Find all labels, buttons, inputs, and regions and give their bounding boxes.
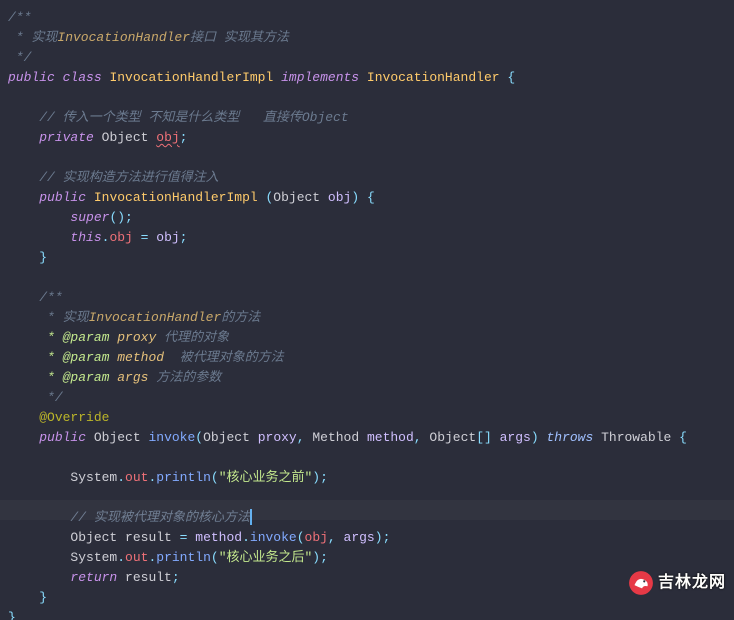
kw-super: super — [70, 210, 109, 225]
field-obj: obj — [305, 530, 328, 545]
brace: { — [367, 190, 375, 205]
param-args: args — [500, 430, 531, 445]
array: [] — [476, 430, 492, 445]
kw-public: public — [8, 70, 55, 85]
semicolon: ; — [320, 550, 328, 565]
javadoc-line: */ — [8, 50, 31, 65]
method-println: println — [156, 470, 211, 485]
comma: , — [328, 530, 344, 545]
method-println: println — [156, 550, 211, 565]
kw-private: private — [39, 130, 94, 145]
javadoc-line: * 实现InvocationHandler的方法 — [39, 310, 260, 325]
param-method: method — [367, 430, 414, 445]
paren: ) — [312, 470, 320, 485]
field-out: out — [125, 470, 148, 485]
text-caret — [250, 509, 252, 525]
string-literal: "核心业务之后" — [219, 550, 313, 565]
comment-line: // 实现被代理对象的核心方法 — [70, 510, 249, 525]
kw-implements: implements — [281, 70, 359, 85]
interface-name: InvocationHandler — [367, 70, 500, 85]
kw-public: public — [39, 430, 86, 445]
comment-line: // 传入一个类型 不知是什么类型 直接传Object — [39, 110, 348, 125]
semicolon: ; — [180, 230, 188, 245]
paren: ( — [211, 470, 219, 485]
paren: ) — [531, 430, 539, 445]
dot: . — [242, 530, 250, 545]
param-obj: obj — [328, 190, 351, 205]
type: Object — [273, 190, 320, 205]
kw-this: this — [70, 230, 101, 245]
semicolon: ; — [320, 470, 328, 485]
type-throwable: Throwable — [601, 430, 671, 445]
var-result: result — [125, 530, 172, 545]
javadoc-line: /** — [8, 10, 31, 25]
type: Object — [203, 430, 250, 445]
semicolon: ; — [180, 130, 188, 145]
paren: ) — [351, 190, 359, 205]
javadoc-line: * 实现InvocationHandler接口 实现其方法 — [8, 30, 289, 45]
paren: ( — [297, 530, 305, 545]
dot: . — [117, 470, 125, 485]
javadoc-line: * @param method 被代理对象的方法 — [39, 350, 283, 365]
brace: } — [8, 610, 16, 620]
javadoc-line: * @param proxy 代理的对象 — [39, 330, 229, 345]
paren: ( — [195, 430, 203, 445]
var-result: result — [125, 570, 172, 585]
kw-class: class — [63, 70, 102, 85]
type: Object — [102, 130, 149, 145]
kw-public: public — [39, 190, 86, 205]
class-system: System — [70, 550, 117, 565]
semicolon: ; — [172, 570, 180, 585]
javadoc-line: /** — [39, 290, 62, 305]
javadoc-line: * @param args 方法的参数 — [39, 370, 221, 385]
type: Object — [70, 530, 117, 545]
brace: { — [507, 70, 515, 85]
param-proxy: proxy — [258, 430, 297, 445]
brace: } — [39, 250, 47, 265]
assign: = — [133, 230, 156, 245]
assign: = — [172, 530, 195, 545]
code-editor[interactable]: /** * 实现InvocationHandler接口 实现其方法 */ pub… — [0, 0, 734, 620]
field-out: out — [125, 550, 148, 565]
paren: ) — [312, 550, 320, 565]
type: Object — [94, 430, 141, 445]
javadoc-line: */ — [39, 390, 62, 405]
comment-line: // 实现构造方法进行值得注入 — [39, 170, 218, 185]
method-invoke-call: invoke — [250, 530, 297, 545]
semicolon: ; — [383, 530, 391, 545]
brace: } — [39, 590, 47, 605]
string-literal: "核心业务之前" — [219, 470, 313, 485]
brace: { — [679, 430, 687, 445]
class-system: System — [70, 470, 117, 485]
kw-return: return — [70, 570, 117, 585]
annotation-override: @Override — [39, 410, 109, 425]
type: Method — [312, 430, 359, 445]
dot: . — [117, 550, 125, 565]
comma: , — [297, 430, 313, 445]
paren: ( — [211, 550, 219, 565]
field-obj: obj — [156, 130, 179, 145]
param-method: method — [195, 530, 242, 545]
call: (); — [109, 210, 132, 225]
param-args: args — [344, 530, 375, 545]
field-obj: obj — [109, 230, 132, 245]
param-obj: obj — [156, 230, 179, 245]
type: Object — [429, 430, 476, 445]
class-name: InvocationHandlerImpl — [109, 70, 273, 85]
paren: ) — [375, 530, 383, 545]
method-invoke: invoke — [148, 430, 195, 445]
comma: , — [414, 430, 430, 445]
kw-throws: throws — [546, 430, 593, 445]
ctor-name: InvocationHandlerImpl — [94, 190, 258, 205]
